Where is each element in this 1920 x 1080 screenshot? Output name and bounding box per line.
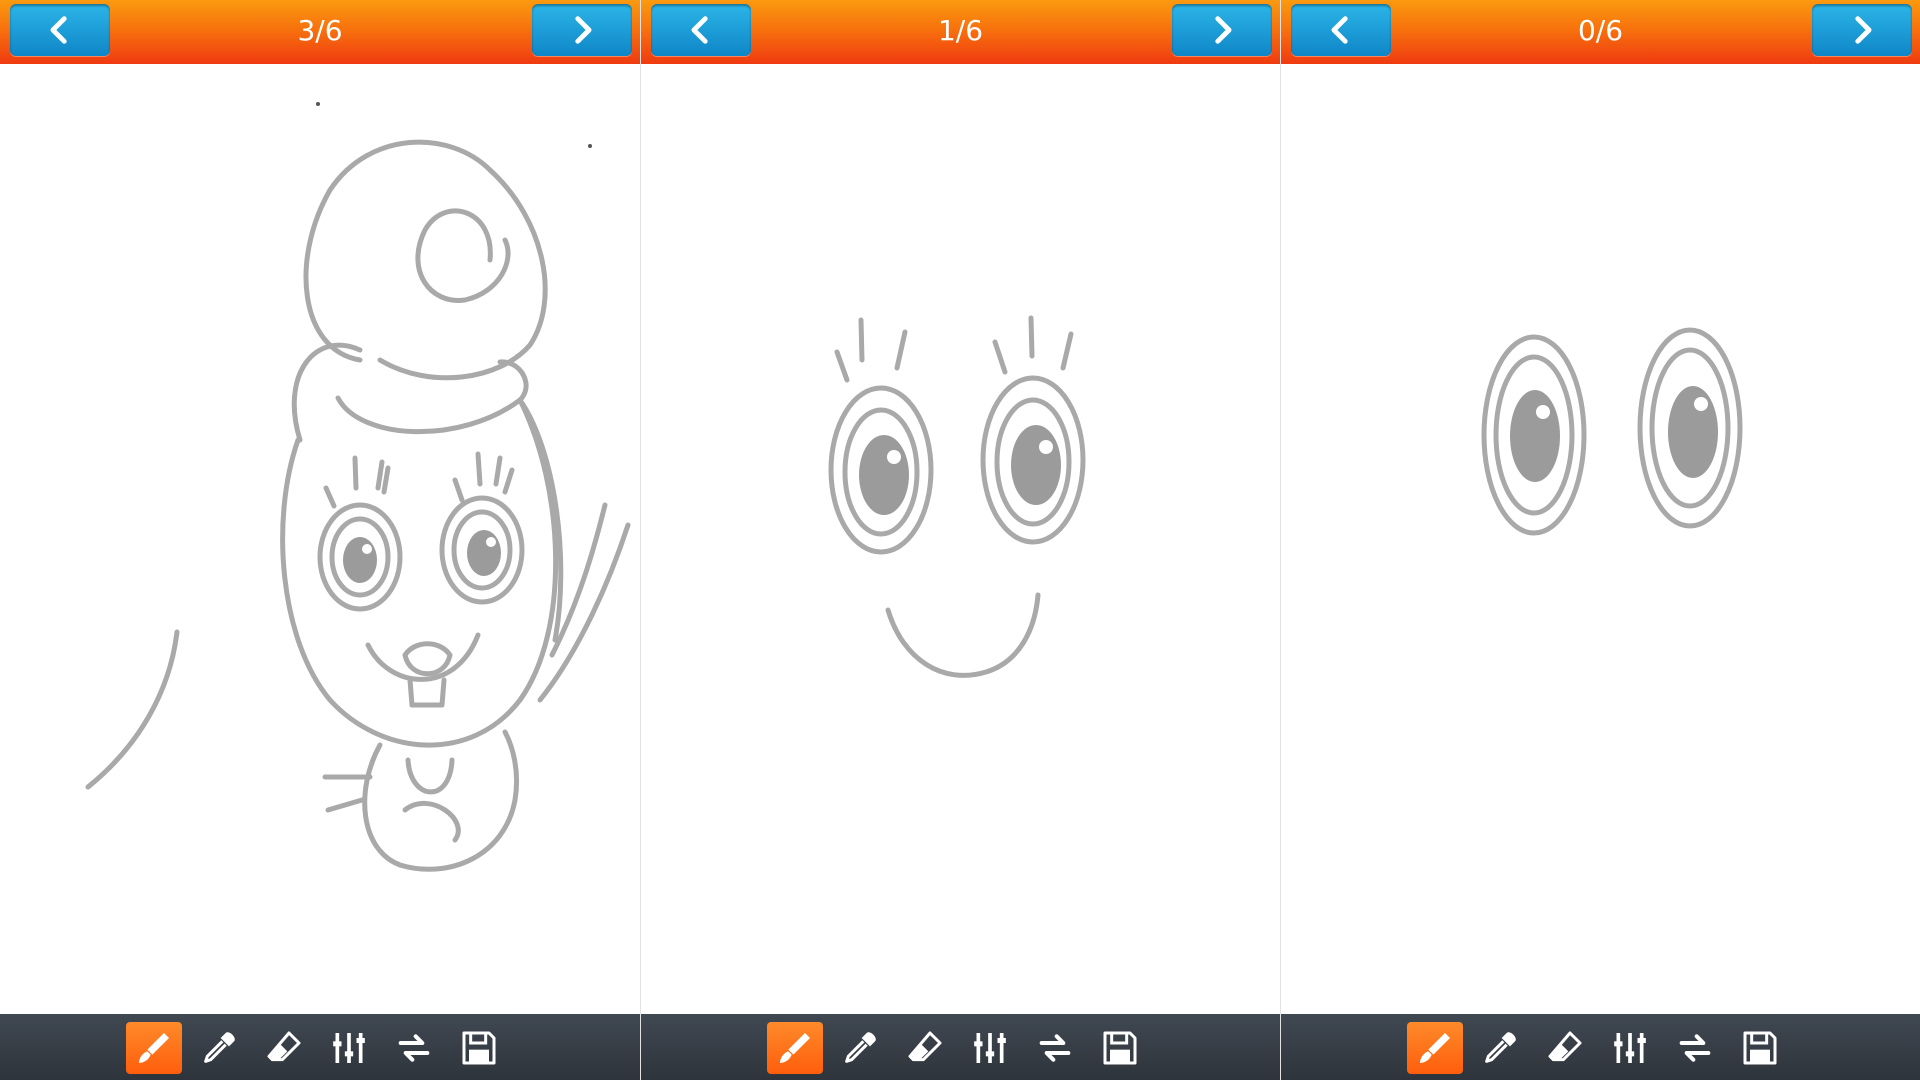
smile	[885, 592, 1041, 678]
eraser-icon	[908, 1031, 942, 1062]
adjust-tool[interactable]	[962, 1022, 1018, 1074]
flip-tool[interactable]	[1667, 1022, 1723, 1074]
hair-swirl-inner	[415, 208, 511, 303]
save-tool[interactable]	[1732, 1022, 1788, 1074]
top-bar: 1/6	[641, 0, 1280, 64]
save-icon	[462, 1031, 496, 1065]
screen: 3/6 1/6 0/6	[0, 0, 1920, 1080]
top-bar: 0/6	[1281, 0, 1920, 64]
right-eye-shine	[1039, 440, 1053, 454]
right-pupil	[1011, 425, 1061, 505]
top-bar: 3/6	[0, 0, 640, 64]
dot	[588, 144, 592, 148]
eyedropper-icon	[204, 1032, 235, 1063]
prev-page-button[interactable]	[651, 4, 751, 56]
sliders-icon	[974, 1033, 1006, 1063]
flip-tool[interactable]	[1027, 1022, 1083, 1074]
left-lashes	[323, 455, 391, 509]
left-lashes	[834, 317, 908, 383]
left-pupil	[343, 537, 377, 583]
belly	[402, 801, 461, 843]
eyes-smile-sketch	[828, 315, 1086, 678]
swap-icon	[398, 1034, 430, 1062]
swap-icon	[1039, 1034, 1071, 1062]
swap-icon	[1679, 1034, 1711, 1062]
eraser-tool[interactable]	[1537, 1022, 1593, 1074]
brush-tool[interactable]	[1407, 1022, 1463, 1074]
next-page-button[interactable]	[1172, 4, 1272, 56]
brush-tool[interactable]	[767, 1022, 823, 1074]
drawing-panel-1: 3/6	[0, 0, 640, 1080]
toolbar	[641, 1014, 1280, 1080]
brush-icon	[1420, 1033, 1450, 1063]
right-pupil	[467, 530, 501, 576]
lips	[402, 641, 453, 677]
left-eye-shine	[362, 544, 372, 554]
prev-page-button[interactable]	[1291, 4, 1391, 56]
chevron-right-icon	[1855, 16, 1872, 44]
drawing-canvas[interactable]	[1281, 64, 1920, 1014]
left-pupil	[859, 435, 909, 515]
dot	[316, 102, 320, 106]
hair-band	[335, 359, 529, 435]
character-sketch	[85, 102, 631, 872]
adjust-tool[interactable]	[321, 1022, 377, 1074]
body	[362, 729, 520, 872]
right-lashes	[992, 315, 1074, 375]
body-detail	[405, 757, 455, 795]
prev-page-button[interactable]	[10, 4, 110, 56]
chevron-left-icon	[691, 16, 708, 44]
eraser-tool[interactable]	[897, 1022, 953, 1074]
right-eye-shine	[1694, 397, 1708, 411]
save-icon	[1103, 1031, 1137, 1065]
toolbar	[1281, 1014, 1920, 1080]
chevron-left-icon	[1331, 16, 1348, 44]
eraser-icon	[1548, 1031, 1582, 1062]
teeth	[407, 677, 447, 708]
drawing-panel-2: 1/6	[640, 0, 1280, 1080]
chevron-right-icon	[575, 16, 592, 44]
drawing-canvas[interactable]	[0, 64, 640, 1014]
eyedropper-icon	[1485, 1032, 1516, 1063]
left-curve	[85, 629, 180, 790]
flip-tool[interactable]	[386, 1022, 442, 1074]
left-eye-shine	[1536, 405, 1550, 419]
toolbar	[0, 1014, 640, 1080]
left-pupil	[1510, 390, 1560, 482]
eraser-icon	[267, 1031, 301, 1062]
brush-tool[interactable]	[126, 1022, 182, 1074]
eyedropper-tool[interactable]	[191, 1022, 247, 1074]
save-tool[interactable]	[1092, 1022, 1148, 1074]
save-icon	[1743, 1031, 1777, 1065]
sliders-icon	[333, 1033, 365, 1063]
left-eye-shine	[887, 450, 901, 464]
right-pupil	[1668, 386, 1718, 478]
eyedropper-icon	[845, 1032, 876, 1063]
save-tool[interactable]	[451, 1022, 507, 1074]
right-lashes	[452, 451, 515, 503]
eyes-sketch	[1481, 327, 1743, 536]
eyedropper-tool[interactable]	[832, 1022, 888, 1074]
brush-icon	[780, 1033, 810, 1063]
next-page-button[interactable]	[1812, 4, 1912, 56]
eyedropper-tool[interactable]	[1472, 1022, 1528, 1074]
drawing-canvas[interactable]	[641, 64, 1280, 1014]
drawing-panel-3: 0/6	[1280, 0, 1920, 1080]
right-eye-shine	[486, 537, 496, 547]
sliders-icon	[1614, 1033, 1646, 1063]
brush-icon	[139, 1033, 169, 1063]
chevron-left-icon	[50, 16, 67, 44]
next-page-button[interactable]	[532, 4, 632, 56]
eraser-tool[interactable]	[256, 1022, 312, 1074]
chevron-right-icon	[1215, 16, 1232, 44]
adjust-tool[interactable]	[1602, 1022, 1658, 1074]
